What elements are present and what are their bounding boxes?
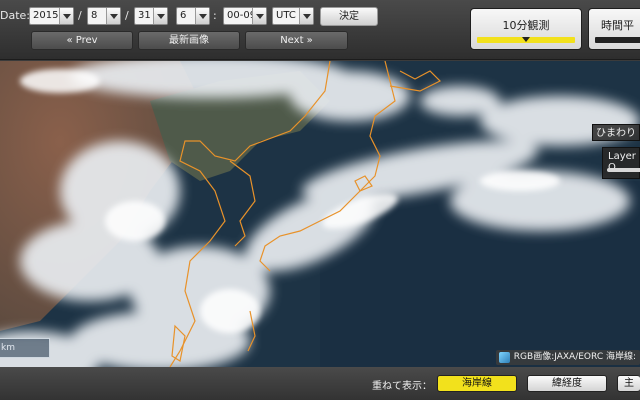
credit-text: RGB画像:JAXA/EORC 海岸線: [513, 352, 636, 362]
layers-icon [498, 352, 510, 363]
date-separator: / [125, 9, 129, 22]
year-value: 2015 [33, 10, 59, 21]
coastline-toggle[interactable]: 海岸線 [437, 375, 517, 392]
mode-10min-button[interactable]: 10分観測 [470, 8, 582, 50]
overlay-toolbar: 重ねて表示： 海岸線 緯経度 主 [0, 367, 640, 400]
image-credit: RGB画像:JAXA/EORC 海岸線: [495, 350, 640, 365]
chevron-down-icon [59, 8, 73, 24]
day-select[interactable]: 31 [134, 7, 168, 25]
chevron-down-icon [153, 8, 167, 24]
next-button[interactable]: Next » [245, 31, 348, 50]
top-toolbar: Date: 2015 / 8 / 31 6 : 00-09 UTC 決定 « P… [0, 0, 640, 60]
chevron-down-icon [106, 8, 120, 24]
mode-10min-label: 10分観測 [502, 19, 550, 32]
overlay-label: 重ねて表示： [372, 381, 432, 392]
hour-select[interactable]: 6 [176, 7, 210, 25]
inactive-indicator-bar [595, 37, 640, 43]
satellite-viewer: Date: 2015 / 8 / 31 6 : 00-09 UTC 決定 « P… [0, 0, 640, 400]
scale-text: km [1, 343, 15, 353]
satellite-tag: ひまわり [592, 124, 640, 141]
layer-opacity-slider[interactable] [607, 168, 640, 172]
chevron-down-icon [252, 8, 266, 24]
year-select[interactable]: 2015 [29, 7, 74, 25]
chevron-down-icon [299, 8, 313, 24]
mode-hourly-label: 時間平 [601, 19, 634, 32]
satellite-image [0, 61, 640, 367]
day-value: 31 [138, 10, 151, 21]
layer-opacity-panel: Layer O [602, 147, 640, 179]
timezone-select[interactable]: UTC [272, 7, 314, 25]
latest-image-button[interactable]: 最新画像 [138, 31, 240, 50]
prev-button[interactable]: « Prev [31, 31, 133, 50]
month-select[interactable]: 8 [87, 7, 121, 25]
satellite-map[interactable]: ひまわり Layer O km RGB画像:JAXA/EORC 海岸線: [0, 61, 640, 367]
timezone-value: UTC [276, 10, 296, 21]
hour-value: 6 [180, 10, 187, 21]
caret-down-icon [522, 37, 530, 42]
date-separator: / [78, 9, 82, 22]
mode-hourly-button[interactable]: 時間平 [588, 8, 640, 50]
time-separator: : [213, 9, 217, 22]
latlon-toggle[interactable]: 緯経度 [527, 375, 607, 392]
chevron-down-icon [195, 8, 209, 24]
month-value: 8 [91, 10, 98, 21]
date-label: Date: [0, 9, 30, 22]
third-toggle[interactable]: 主 [617, 375, 640, 392]
confirm-button[interactable]: 決定 [320, 7, 378, 26]
scale-bar: km [0, 338, 50, 358]
minute-select[interactable]: 00-09 [223, 7, 267, 25]
